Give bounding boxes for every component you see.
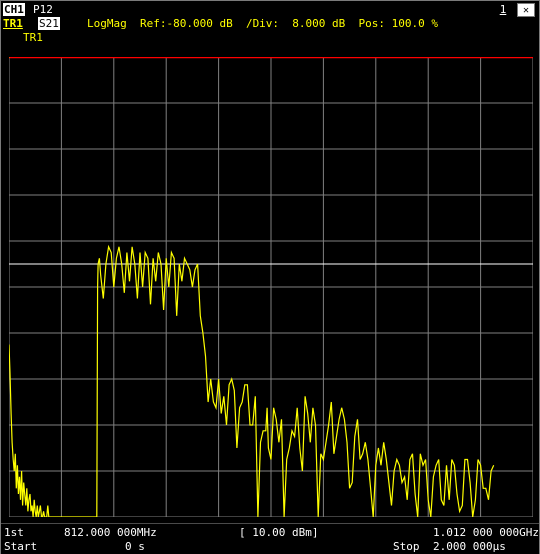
sweep-footer: 1st 812.000 000MHz [ 10.00 dBm] 1.012 00… [1,523,539,554]
close-icon[interactable]: ✕ [517,3,535,17]
window-number[interactable]: 1 [493,3,513,16]
start-label: Start [4,540,38,553]
start-time[interactable]: 0 s [125,540,145,553]
channel-window: CH1 P12 TR1 S21 LogMag Ref:-80.000 dB /D… [0,0,540,554]
window-controls: 1 ✕ [493,3,537,17]
stop-time[interactable]: 2.000 000µs [433,540,506,553]
trace-badge[interactable]: TR1 [3,17,23,30]
stop-label: Stop [393,540,420,553]
start-frequency[interactable]: 812.000 000MHz [64,526,157,539]
trace-status: LogMag Ref:-80.000 dB /Div: 8.000 dB Pos… [87,17,438,30]
sweep-order: 1st [4,526,24,539]
port-label: P12 [33,3,53,16]
stop-frequency[interactable]: 1.012 000 000GHz [433,526,539,539]
reference-power[interactable]: [ 10.00 dBm] [239,526,318,539]
trace-plot[interactable] [9,57,533,517]
parameter-badge[interactable]: S21 [38,17,60,30]
channel-badge[interactable]: CH1 [3,3,25,16]
trace-header: CH1 P12 TR1 S21 LogMag Ref:-80.000 dB /D… [1,1,539,45]
trace-label: TR1 [23,31,43,44]
